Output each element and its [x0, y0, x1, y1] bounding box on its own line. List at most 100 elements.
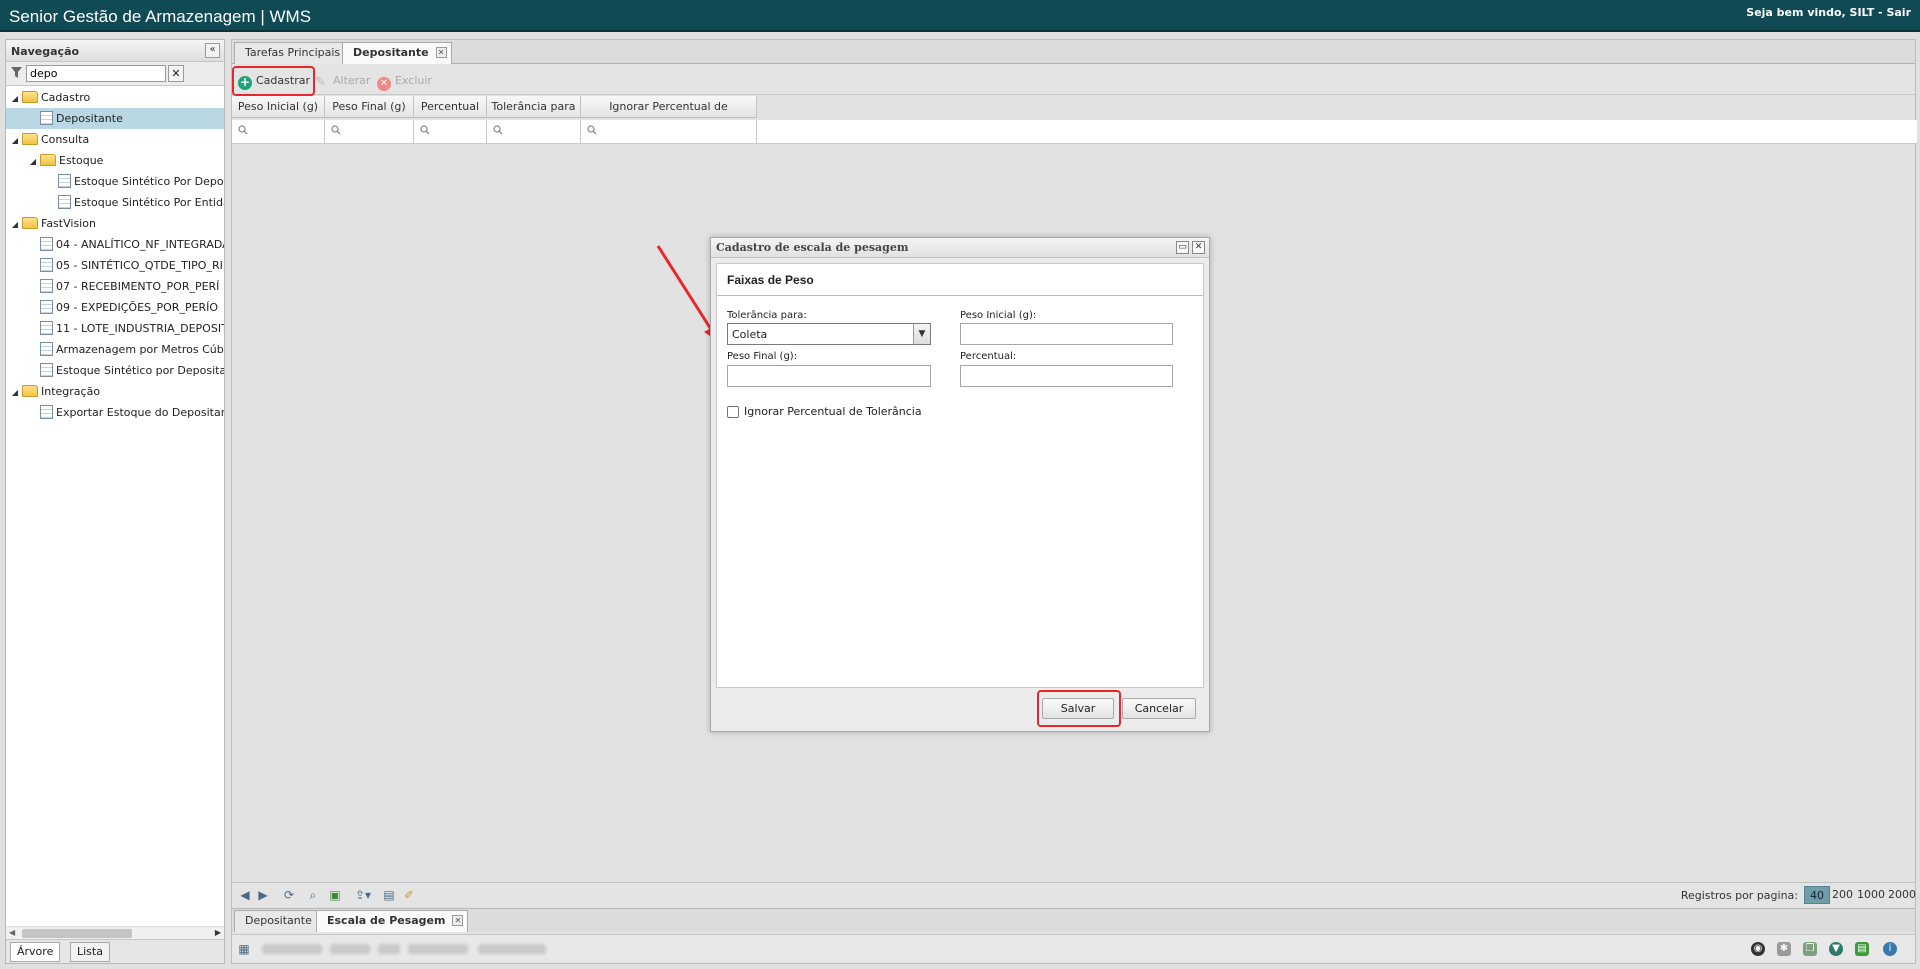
scroll-left-icon[interactable]: ◀ — [9, 928, 15, 937]
expand-triangle-icon[interactable]: ◢ — [10, 214, 20, 234]
tree-folder[interactable]: ◢ Integração — [6, 381, 224, 402]
expand-triangle-icon[interactable]: ◢ — [10, 130, 20, 150]
scroll-right-icon[interactable]: ▶ — [215, 928, 221, 937]
tree-item[interactable]: 04 - ANALÍTICO_NF_INTEGRADA — [6, 234, 224, 255]
tree-item[interactable]: Depositante — [6, 108, 224, 129]
navigation-tree: ◢ Cadastro Depositante ◢ Consulta ◢ Estoque Est… — [6, 87, 224, 957]
sidebar-bottom-tabs: Árvore Lista — [6, 939, 224, 963]
tree-item-label: 09 - EXPEDIÇÕES_POR_PERÍO — [56, 301, 219, 314]
expand-triangle-icon[interactable]: ◢ — [28, 151, 38, 171]
highlight-cadastrar — [232, 66, 315, 96]
tree-item-label: 05 - SINTÉTICO_QTDE_TIPO_RI — [56, 259, 223, 272]
grid-filter-empty — [757, 120, 1917, 144]
peso-final-input[interactable] — [727, 365, 931, 387]
settings-icon[interactable]: ✱ — [1777, 942, 1791, 956]
maximize-icon[interactable]: ▭ — [1176, 241, 1189, 254]
tree-item-label: Estoque Sintético por Depositante — [56, 364, 224, 377]
filter-cell[interactable] — [581, 120, 757, 144]
folder-icon — [22, 91, 38, 103]
tree-folder[interactable]: ◢ FastVision — [6, 213, 224, 234]
dialog-title: Cadastro de escala de pesagem — [716, 241, 909, 254]
close-icon[interactable]: ✕ — [1192, 241, 1205, 254]
search-icon — [420, 125, 430, 135]
page-icon — [40, 342, 53, 356]
tree-folder[interactable]: ◢ Estoque — [6, 150, 224, 171]
clean-icon[interactable]: ✐ — [402, 888, 416, 902]
tree-item[interactable]: 11 - LOTE_INDUSTRIA_DEPOSIT — [6, 318, 224, 339]
cancel-button[interactable]: Cancelar — [1122, 698, 1196, 719]
tab-arvore[interactable]: Árvore — [10, 942, 61, 962]
ignorar-percentual-label[interactable]: Ignorar Percentual de Tolerância — [744, 405, 922, 418]
page-size-2000[interactable]: 2000 — [1883, 886, 1920, 904]
tab-tarefas-principais[interactable]: Tarefas Principais — [234, 42, 352, 64]
expand-triangle-icon[interactable]: ◢ — [10, 382, 20, 402]
expand-triangle-icon[interactable]: ◢ — [10, 88, 20, 108]
tree-item-label: 07 - RECEBIMENTO_POR_PERÍ — [56, 280, 220, 293]
tree-item[interactable]: Estoque Sintético Por Entidad — [6, 192, 224, 213]
close-tab-icon[interactable]: ✕ — [452, 915, 464, 926]
dialog-titlebar[interactable]: Cadastro de escala de pesagem ▭ ✕ — [711, 238, 1209, 258]
image-icon[interactable]: ▣ — [328, 888, 342, 902]
sidebar-horizontal-scrollbar[interactable]: ◀ ▶ — [6, 926, 224, 939]
tree-item[interactable]: 07 - RECEBIMENTO_POR_PERÍ — [6, 276, 224, 297]
tab-lista[interactable]: Lista — [70, 942, 110, 962]
tree-item[interactable]: 09 - EXPEDIÇÕES_POR_PERÍO — [6, 297, 224, 318]
tree-folder[interactable]: ◢ Cadastro — [6, 87, 224, 108]
export-icon[interactable]: ⇪▾ — [352, 888, 374, 902]
status-blurred-text — [378, 944, 400, 954]
column-peso-inicial[interactable]: Peso Inicial (g) — [232, 96, 325, 118]
previous-page-icon[interactable]: ◀ — [238, 888, 252, 902]
chevron-down-icon[interactable]: ▼ — [913, 324, 930, 344]
column-ignorar-percentual[interactable]: Ignorar Percentual de Tolerância — [581, 96, 757, 135]
tolerancia-select[interactable]: Coleta ▼ — [727, 323, 931, 345]
clear-filter-icon[interactable]: ✕ — [168, 65, 184, 82]
tree-item[interactable]: Estoque Sintético Por Deposit — [6, 171, 224, 192]
info-icon[interactable]: i — [1883, 942, 1897, 956]
tab-escala-label: Escala de Pesagem — [327, 914, 446, 927]
filter-cell[interactable] — [487, 120, 581, 144]
filter-cell[interactable] — [232, 120, 325, 144]
collapse-sidebar-icon[interactable]: « — [205, 43, 220, 58]
column-percentual[interactable]: Percentual — [414, 96, 487, 118]
tab-escala-de-pesagem[interactable]: Escala de Pesagem ✕ — [316, 910, 469, 932]
navigation-filter-input[interactable] — [26, 65, 166, 82]
welcome-text[interactable]: Seja bem vindo, SILT - Sair — [1746, 6, 1911, 19]
tree-item-label: Armazenagem por Metros Cúbico — [56, 343, 224, 356]
grid-filter-row — [232, 120, 757, 144]
tree-item[interactable]: 05 - SINTÉTICO_QTDE_TIPO_RI — [6, 255, 224, 276]
tree-item[interactable]: Exportar Estoque do Depositante — [6, 402, 224, 423]
page-icon — [58, 195, 71, 209]
spreadsheet-icon[interactable]: ▤ — [1855, 942, 1869, 956]
filter-cell[interactable] — [325, 120, 414, 144]
tree-item[interactable]: Estoque Sintético por Depositante — [6, 360, 224, 381]
close-tab-icon[interactable]: ✕ — [435, 47, 447, 58]
column-tolerancia-para[interactable]: Tolerância para — [487, 96, 581, 118]
scrollbar-thumb[interactable] — [22, 929, 132, 938]
alterar-button[interactable]: ✎ Alterar — [315, 72, 370, 89]
tree-item[interactable]: Armazenagem por Metros Cúbico — [6, 339, 224, 360]
help-icon[interactable]: ◉ — [1751, 942, 1765, 956]
next-page-icon[interactable]: ▶ — [256, 888, 270, 902]
windows-icon[interactable]: ❐ — [1803, 942, 1817, 956]
column-peso-final[interactable]: Peso Final (g) — [325, 96, 414, 118]
peso-inicial-input[interactable] — [960, 323, 1173, 345]
app-header: Senior Gestão de Armazenagem | WMS Seja … — [0, 0, 1920, 32]
save-icon[interactable]: ▤ — [382, 888, 396, 902]
refresh-icon[interactable]: ⟳ — [282, 888, 296, 902]
search-icon — [493, 125, 503, 135]
tolerancia-value: Coleta — [732, 328, 768, 341]
tab-depositante[interactable]: Depositante ✕ — [342, 42, 452, 64]
excluir-button[interactable]: ✕ Excluir — [377, 72, 432, 91]
page-icon — [40, 258, 53, 272]
grid-header: Peso Inicial (g) Peso Final (g) Percentu… — [232, 96, 757, 135]
status-blurred-text — [262, 944, 322, 954]
zoom-icon[interactable]: ⌕ — [306, 888, 320, 902]
tab-bottom-depositante[interactable]: Depositante — [234, 910, 323, 932]
percentual-input[interactable] — [960, 365, 1173, 387]
tree-folder[interactable]: ◢ Consulta — [6, 129, 224, 150]
search-icon — [238, 125, 248, 135]
filter-cell[interactable] — [414, 120, 487, 144]
shield-icon[interactable]: ▼ — [1829, 942, 1843, 956]
ignorar-percentual-checkbox[interactable] — [727, 406, 739, 418]
peso-final-label: Peso Final (g): — [727, 351, 798, 362]
